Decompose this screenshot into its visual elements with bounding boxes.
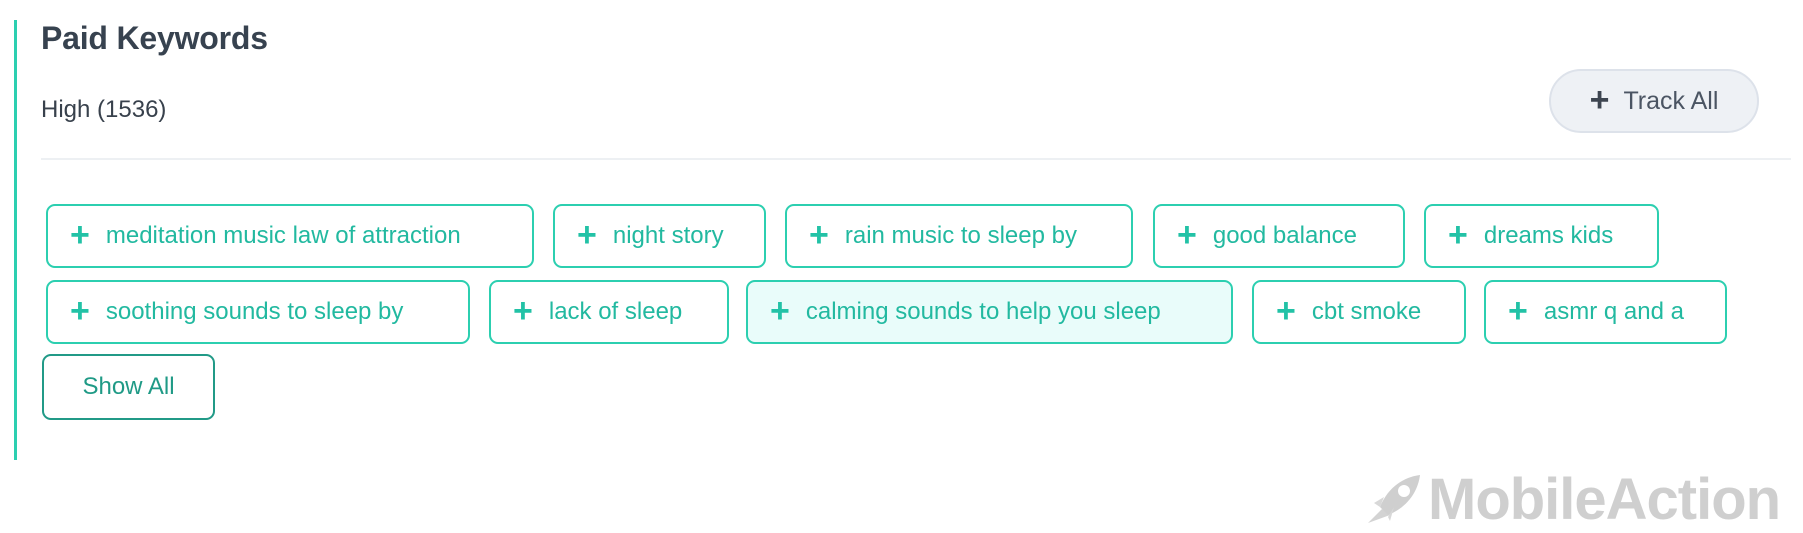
- keyword-level-label: High (1536): [41, 96, 167, 123]
- keyword-label: soothing sounds to sleep by: [105, 298, 404, 325]
- plus-icon: +: [70, 292, 90, 330]
- keyword-chip[interactable]: + lack of sleep: [489, 280, 729, 344]
- plus-icon: +: [513, 292, 533, 330]
- show-all-button[interactable]: Show All: [42, 354, 215, 420]
- keyword-chip[interactable]: + asmr q and a: [1484, 280, 1727, 344]
- keyword-chip[interactable]: + rain music to sleep by: [785, 204, 1133, 268]
- keyword-chip[interactable]: + night story: [553, 204, 766, 268]
- track-all-button[interactable]: + Track All: [1549, 69, 1759, 133]
- keyword-chip[interactable]: + cbt smoke: [1252, 280, 1466, 344]
- keyword-chip[interactable]: + soothing sounds to sleep by: [46, 280, 470, 344]
- keyword-chip[interactable]: + calming sounds to help you sleep: [746, 280, 1233, 344]
- keyword-label: asmr q and a: [1543, 298, 1684, 325]
- brand-logo: MobileAction: [1360, 466, 1781, 533]
- keyword-label: dreams kids: [1483, 222, 1614, 249]
- divider: [41, 158, 1791, 160]
- keyword-label: cbt smoke: [1311, 298, 1422, 325]
- plus-icon: +: [809, 216, 829, 254]
- keyword-label: good balance: [1212, 222, 1357, 249]
- keyword-chip[interactable]: + good balance: [1153, 204, 1405, 268]
- track-all-label: Track All: [1623, 86, 1719, 115]
- keyword-label: calming sounds to help you sleep: [805, 298, 1161, 325]
- brand-name: MobileAction: [1428, 467, 1781, 532]
- plus-icon: +: [1276, 292, 1296, 330]
- plus-icon: +: [770, 292, 790, 330]
- plus-icon: +: [1589, 81, 1610, 119]
- section-accent-bar: [14, 20, 17, 460]
- plus-icon: +: [577, 216, 597, 254]
- keyword-chip[interactable]: + meditation music law of attraction: [46, 204, 534, 268]
- keyword-label: lack of sleep: [548, 298, 683, 325]
- plus-icon: +: [1448, 216, 1468, 254]
- keyword-label: meditation music law of attraction: [105, 222, 461, 249]
- plus-icon: +: [70, 216, 90, 254]
- plus-icon: +: [1508, 292, 1528, 330]
- plus-icon: +: [1177, 216, 1197, 254]
- keyword-label: night story: [612, 222, 724, 249]
- keyword-label: rain music to sleep by: [844, 222, 1077, 249]
- rocket-icon: [1368, 474, 1420, 523]
- keyword-chip[interactable]: + dreams kids: [1424, 204, 1659, 268]
- section-title: Paid Keywords: [41, 20, 268, 56]
